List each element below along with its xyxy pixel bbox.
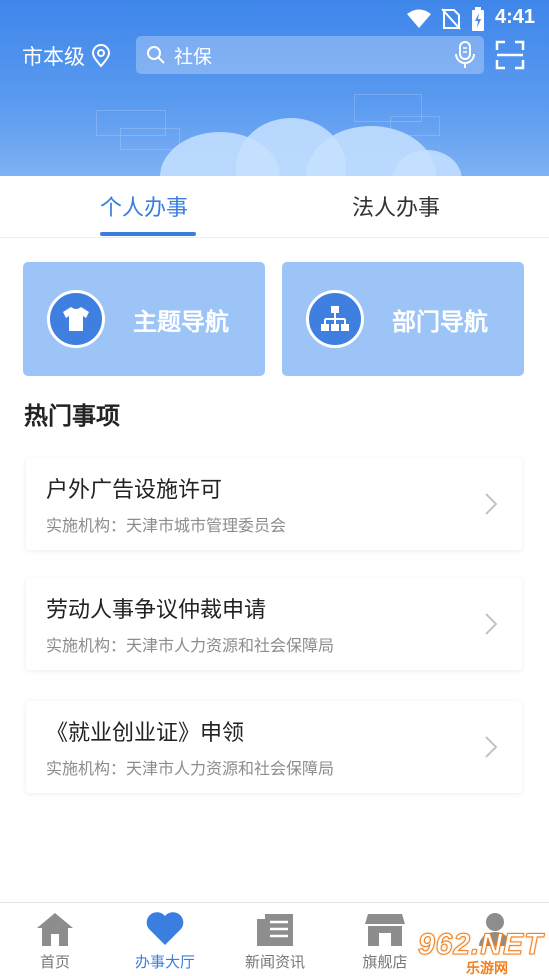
top-bar: 市本级 社保 [0,36,549,76]
hot-items-title: 热门事项 [24,402,120,430]
org-chart-icon [321,306,349,331]
city-label: 市本级 [22,45,85,69]
microphone-icon[interactable] [454,41,476,69]
chevron-right-icon [485,493,498,515]
service-tabs: 个人办事 法人办事 [0,176,549,238]
chevron-right-icon [485,736,498,758]
status-icons [407,7,485,31]
tab-corporate[interactable]: 法人办事 [352,190,440,222]
status-bar: 4:41 [0,0,549,36]
location-pin-icon [91,44,111,68]
search-icon [147,46,165,64]
shirt-icon [63,307,89,331]
department-nav-icon-circle [306,290,364,348]
list-item[interactable]: 劳动人事争议仲裁申请 实施机构：天津市人力资源和社会保障局 [26,578,522,670]
heart-icon [146,912,184,945]
search-bar[interactable]: 社保 [136,36,484,74]
item-org: 实施机构：天津市人力资源和社会保障局 [46,759,335,778]
tab-personal[interactable]: 个人办事 [100,190,188,222]
bottom-nav-news[interactable]: 新闻资讯 [220,909,330,972]
watermark-logo: 962.NET 乐游网 [418,928,548,976]
bottom-nav-label: 办事大厅 [134,953,195,971]
item-org: 实施机构：天津市城市管理委员会 [46,516,287,535]
wifi-icon [407,9,431,28]
header-banner: 4:41 市本级 社保 [0,0,549,176]
decor-line [120,128,180,150]
item-title: 劳动人事争议仲裁申请 [46,598,267,623]
topic-nav-label: 主题导航 [133,307,229,336]
city-selector[interactable]: 市本级 [22,41,111,71]
watermark-text: 962.NET [418,928,544,962]
bottom-nav-home[interactable]: 首页 [0,909,110,972]
topic-nav-card[interactable]: 主题导航 [23,262,265,376]
department-nav-card[interactable]: 部门导航 [282,262,524,376]
active-tab-indicator [100,232,196,236]
scan-icon[interactable] [495,40,525,70]
department-nav-label: 部门导航 [392,307,488,336]
list-item[interactable]: 《就业创业证》申领 实施机构：天津市人力资源和社会保障局 [26,701,522,793]
topic-nav-icon-circle [47,290,105,348]
item-org: 实施机构：天津市人力资源和社会保障局 [46,636,335,655]
battery-charging-icon [472,7,484,31]
no-sim-icon [441,8,461,30]
news-icon [257,914,293,946]
status-time: 4:41 [494,6,535,28]
store-icon [365,914,405,946]
bottom-nav-label: 新闻资讯 [244,953,305,971]
item-title: 《就业创业证》申领 [46,721,245,746]
search-input[interactable]: 社保 [174,42,212,69]
bottom-nav-service-hall[interactable]: 办事大厅 [110,909,220,972]
item-title: 户外广告设施许可 [46,478,223,503]
watermark-subtext: 乐游网 [466,960,508,976]
home-icon [37,913,73,946]
chevron-right-icon [485,613,498,635]
list-item[interactable]: 户外广告设施许可 实施机构：天津市城市管理委员会 [26,458,522,550]
bottom-nav-label: 首页 [39,953,70,971]
